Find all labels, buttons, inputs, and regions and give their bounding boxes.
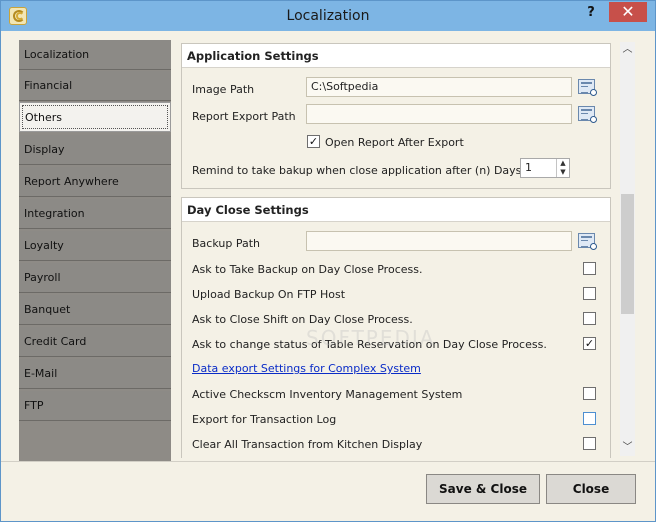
day-close-settings-header: Day Close Settings (182, 198, 610, 222)
content-scrollbar[interactable]: ︿ ﹀ (620, 42, 635, 456)
day-close-option-label: Export for Transaction Log (192, 413, 337, 426)
nav-item-email[interactable]: E-Mail (19, 359, 171, 389)
report-export-path-label: Report Export Path (192, 110, 296, 123)
nav-item-label: FTP (24, 399, 44, 412)
nav-item-label: Others (25, 111, 62, 124)
nav-item-display[interactable]: Display (19, 135, 171, 165)
application-settings-group: Application Settings Image Path C:\Softp… (181, 43, 611, 189)
window-title: Localization (286, 8, 370, 24)
help-button[interactable]: ? (584, 3, 598, 23)
client-area: Localization Financial Others Display Re… (9, 31, 647, 461)
day-close-option-label: Clear All Transaction from Kitchen Displ… (192, 438, 423, 451)
nav-item-label: E-Mail (24, 367, 58, 380)
nav-item-label: Banquet (24, 303, 71, 316)
table-reservation-checkbox[interactable]: ✓ (583, 337, 596, 350)
browse-folder-icon[interactable] (578, 106, 597, 123)
open-report-label: Open Report After Export (325, 136, 464, 149)
clear-kitchen-display-checkbox[interactable] (583, 437, 596, 450)
close-shift-checkbox[interactable] (583, 312, 596, 325)
nav-item-label: Payroll (24, 271, 61, 284)
scroll-thumb[interactable] (621, 194, 634, 314)
nav-item-label: Credit Card (24, 335, 87, 348)
image-path-label: Image Path (192, 83, 255, 96)
data-export-settings-link[interactable]: Data export Settings for Complex System (192, 362, 421, 375)
upload-ftp-checkbox[interactable] (583, 287, 596, 300)
nav-item-integration[interactable]: Integration (19, 199, 171, 229)
nav-item-payroll[interactable]: Payroll (19, 263, 171, 293)
browse-folder-icon[interactable] (578, 79, 597, 96)
backup-path-label: Backup Path (192, 237, 260, 250)
day-close-option-label: Ask to Take Backup on Day Close Process. (192, 263, 423, 276)
nav-item-label: Loyalty (24, 239, 64, 252)
nav-item-financial[interactable]: Financial (19, 71, 171, 101)
nav-item-ftp[interactable]: FTP (19, 391, 171, 421)
application-settings-header: Application Settings (182, 44, 610, 68)
backup-path-field[interactable] (306, 231, 572, 251)
remind-days-spinner[interactable]: 1 ▲ ▼ (520, 158, 570, 178)
day-close-option-label: Ask to Close Shift on Day Close Process. (192, 313, 413, 326)
title-bar[interactable]: Localization ? ✕ (1, 1, 655, 31)
nav-item-label: Financial (24, 79, 73, 92)
nav-item-label: Localization (24, 48, 90, 61)
day-close-option-label: Active Checkscm Inventory Management Sys… (192, 388, 463, 401)
close-button[interactable]: Close (546, 474, 636, 504)
day-close-settings-group: Day Close Settings Backup Path Ask to Ta… (181, 197, 611, 458)
nav-item-credit-card[interactable]: Credit Card (19, 327, 171, 357)
nav-item-label: Report Anywhere (24, 175, 119, 188)
scroll-up-icon[interactable]: ︿ (620, 42, 635, 58)
open-report-checkbox[interactable]: ✓ (307, 135, 320, 148)
spinner-down-icon[interactable]: ▼ (557, 168, 569, 177)
scroll-down-icon[interactable]: ﹀ (620, 440, 635, 456)
localization-window: Localization ? ✕ Localization Financial … (0, 0, 656, 522)
nav-item-label: Integration (24, 207, 85, 220)
image-path-field[interactable]: C:\Softpedia (306, 77, 572, 97)
day-close-option-label: Ask to change status of Table Reservatio… (192, 338, 547, 351)
day-close-option-label: Upload Backup On FTP Host (192, 288, 346, 301)
nav-item-localization[interactable]: Localization (19, 40, 171, 70)
nav-item-others[interactable]: Others (19, 102, 171, 132)
checkscm-inventory-checkbox[interactable] (583, 387, 596, 400)
remind-days-value: 1 (525, 161, 532, 174)
nav-item-report-anywhere[interactable]: Report Anywhere (19, 167, 171, 197)
take-backup-checkbox[interactable] (583, 262, 596, 275)
report-export-path-field[interactable] (306, 104, 572, 124)
nav-item-loyalty[interactable]: Loyalty (19, 231, 171, 261)
spinner-up-icon[interactable]: ▲ (557, 159, 569, 168)
nav-item-banquet[interactable]: Banquet (19, 295, 171, 325)
settings-content: Application Settings Image Path C:\Softp… (180, 40, 620, 458)
dialog-footer: Save & Close Close (1, 461, 655, 521)
close-window-button[interactable]: ✕ (609, 2, 647, 22)
transaction-log-checkbox[interactable] (583, 412, 596, 425)
browse-folder-icon[interactable] (578, 233, 597, 250)
remind-backup-label: Remind to take bakup when close applicat… (192, 164, 525, 177)
settings-nav: Localization Financial Others Display Re… (19, 40, 171, 461)
nav-item-label: Display (24, 143, 65, 156)
save-and-close-button[interactable]: Save & Close (426, 474, 540, 504)
